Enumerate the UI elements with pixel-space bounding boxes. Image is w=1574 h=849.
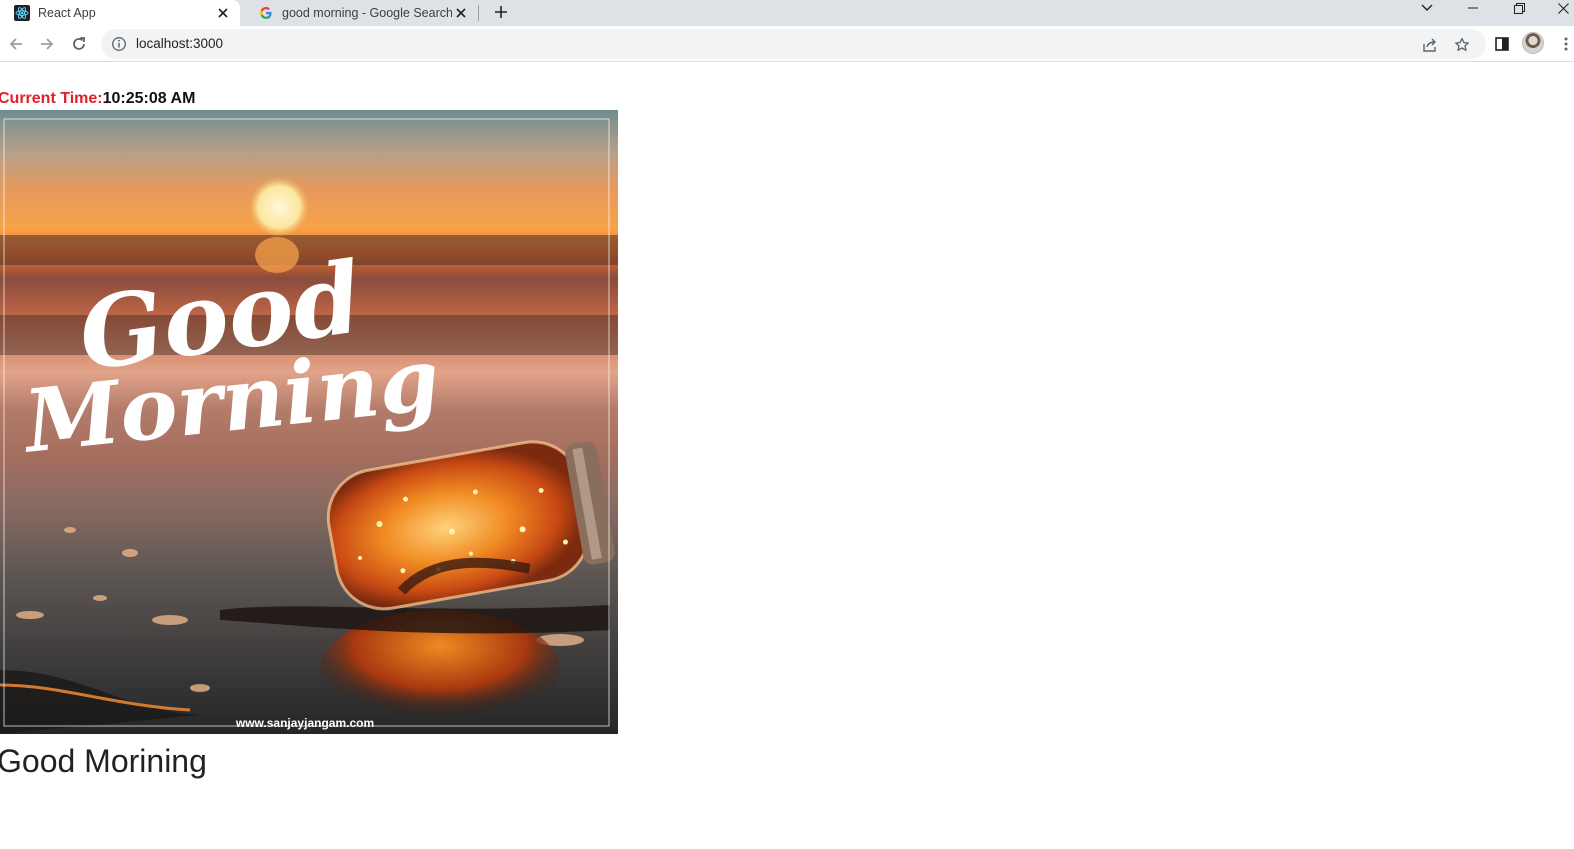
tab-search-button[interactable] (1414, 0, 1440, 16)
info-icon[interactable] (111, 36, 127, 52)
menu-button[interactable] (1554, 32, 1574, 56)
url-text: localhost:3000 (136, 36, 224, 51)
page-heading: Good Morining (0, 743, 207, 779)
side-panel-button[interactable] (1490, 32, 1514, 56)
minimize-icon (1468, 7, 1478, 9)
current-time: Current Time:10:25:08 AM (0, 90, 195, 108)
reload-button[interactable] (67, 32, 91, 56)
share-icon[interactable] (1421, 36, 1439, 54)
tab-strip: React App good morning - Google Search (0, 0, 1574, 26)
forward-button[interactable] (35, 32, 59, 56)
time-label: Current Time: (0, 90, 103, 107)
tab-title: React App (38, 6, 96, 20)
image-watermark: www.sanjayjangam.com (235, 716, 374, 730)
back-button[interactable] (4, 32, 28, 56)
profile-avatar[interactable] (1522, 32, 1544, 54)
good-morning-image: Good Morning www.sanjayjangam.com (0, 110, 618, 734)
minimize-button[interactable] (1460, 0, 1486, 16)
close-tab-icon[interactable] (214, 4, 232, 22)
chevron-down-icon (1421, 4, 1433, 11)
plus-icon (495, 6, 507, 18)
page-content: Current Time:10:25:08 AM Good Morning ww… (0, 63, 1574, 849)
tab-react-app[interactable]: React App (0, 0, 240, 26)
browser-toolbar: localhost:3000 (0, 26, 1574, 62)
tab-title: good morning - Google Search (282, 6, 452, 20)
new-tab-button[interactable] (490, 1, 512, 23)
close-icon (1557, 2, 1569, 14)
close-window-button[interactable] (1550, 0, 1574, 16)
arrow-right-icon (41, 38, 54, 50)
reload-icon (73, 36, 86, 50)
restore-icon (1513, 2, 1525, 14)
google-icon (258, 5, 274, 21)
bookmark-star-icon[interactable] (1453, 36, 1471, 54)
side-panel-icon (1495, 37, 1509, 51)
restore-button[interactable] (1506, 0, 1532, 16)
time-value: 10:25:08 AM (102, 90, 196, 107)
tab-separator (478, 5, 479, 21)
address-bar[interactable]: localhost:3000 (101, 29, 1486, 59)
close-tab-icon[interactable] (452, 4, 470, 22)
react-icon (14, 5, 30, 21)
more-vert-icon (1564, 37, 1568, 51)
tab-google-search[interactable]: good morning - Google Search (244, 0, 478, 26)
arrow-left-icon (9, 38, 22, 50)
